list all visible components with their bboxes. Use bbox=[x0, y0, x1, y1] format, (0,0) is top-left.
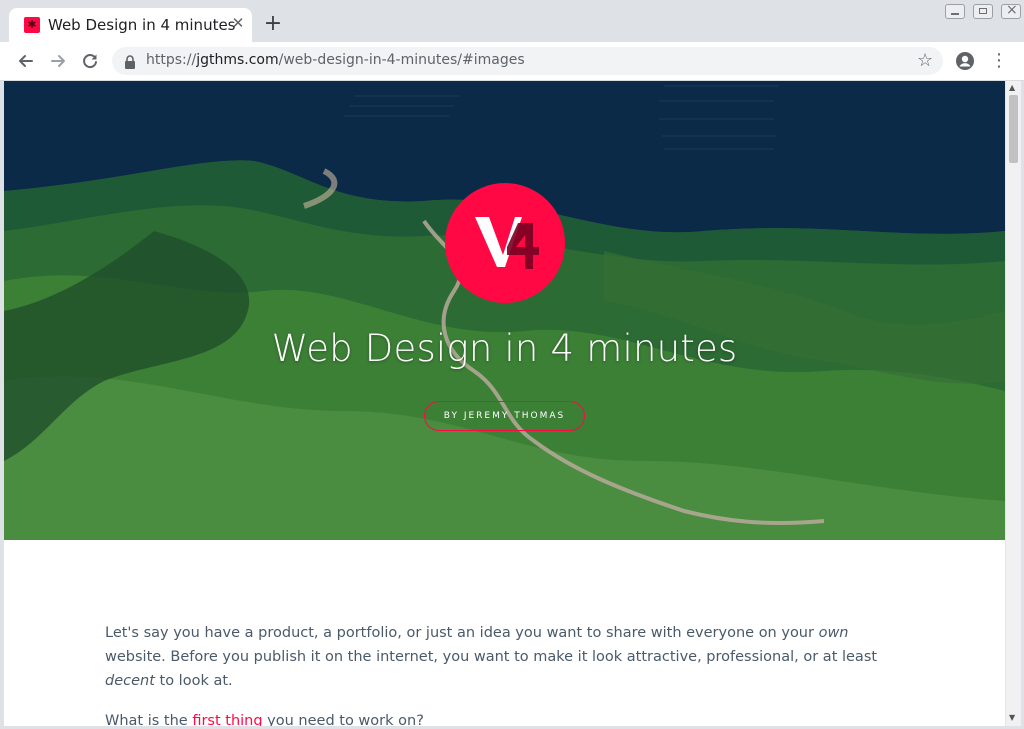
reload-icon[interactable] bbox=[77, 48, 103, 74]
tab-strip: ✱ Web Design in 4 minutes ✕ + bbox=[0, 0, 1024, 42]
favicon-icon: ✱ bbox=[24, 17, 40, 33]
more-menu-icon[interactable]: ⋮ bbox=[990, 50, 1008, 72]
address-bar[interactable]: https://jgthms.com/web-design-in-4-minut… bbox=[112, 47, 943, 75]
article-body: Let's say you have a product, a portfoli… bbox=[105, 621, 905, 726]
question-paragraph: What is the first thing you need to work… bbox=[105, 709, 905, 726]
browser-window: ✱ Web Design in 4 minutes ✕ + https://jg… bbox=[0, 0, 1024, 729]
scroll-up-arrow-icon[interactable]: ▲ bbox=[1009, 83, 1015, 92]
page-title: Web Design in 4 minutes bbox=[271, 327, 738, 370]
maximize-button[interactable] bbox=[973, 4, 993, 19]
tab-title: Web Design in 4 minutes bbox=[48, 16, 236, 34]
hero-banner: Web Design in 4 minutes BY JEREMY THOMAS bbox=[4, 81, 1005, 540]
scrollbar[interactable]: ▲ ▼ bbox=[1005, 81, 1021, 726]
bookmark-star-icon[interactable]: ☆ bbox=[917, 50, 933, 71]
forward-arrow-icon[interactable] bbox=[45, 48, 71, 74]
back-arrow-icon[interactable] bbox=[13, 48, 39, 74]
page-viewport: Web Design in 4 minutes BY JEREMY THOMAS… bbox=[4, 81, 1005, 726]
landscape-image bbox=[4, 81, 1005, 540]
url-text: https://jgthms.com/web-design-in-4-minut… bbox=[146, 52, 525, 68]
intro-paragraph: Let's say you have a product, a portfoli… bbox=[105, 625, 878, 689]
profile-icon[interactable] bbox=[955, 51, 975, 71]
plus-icon[interactable]: + bbox=[263, 13, 283, 35]
logo-icon bbox=[445, 183, 565, 303]
first-thing-link[interactable]: first thing bbox=[192, 713, 262, 726]
toolbar: https://jgthms.com/web-design-in-4-minut… bbox=[0, 42, 1024, 81]
tab-active[interactable]: ✱ Web Design in 4 minutes ✕ bbox=[9, 8, 252, 42]
window-close-button[interactable] bbox=[1001, 2, 1021, 19]
lock-icon bbox=[124, 54, 136, 69]
author-button[interactable]: BY JEREMY THOMAS bbox=[424, 401, 585, 431]
minimize-button[interactable] bbox=[945, 4, 965, 19]
close-icon[interactable]: ✕ bbox=[229, 14, 247, 32]
scroll-thumb[interactable] bbox=[1009, 95, 1018, 163]
scroll-down-arrow-icon[interactable]: ▼ bbox=[1009, 713, 1015, 722]
